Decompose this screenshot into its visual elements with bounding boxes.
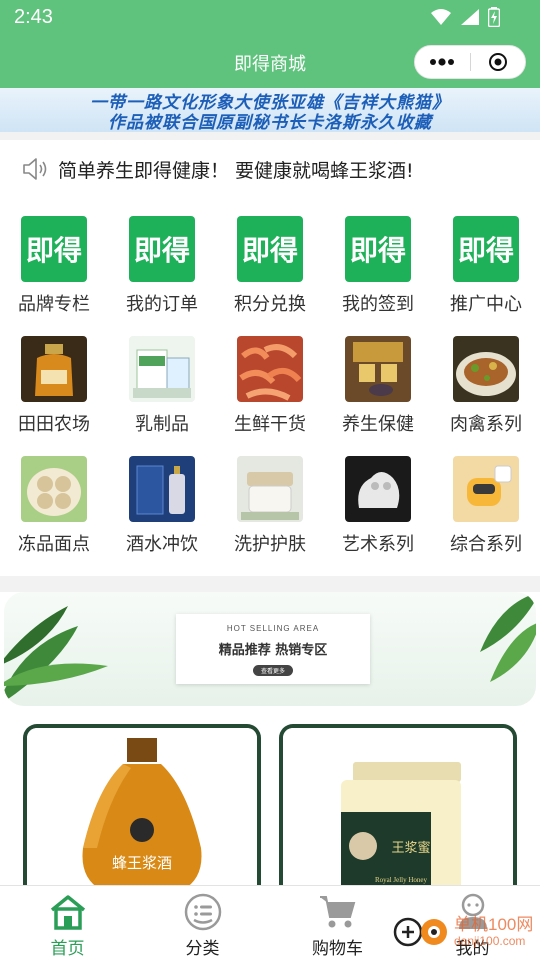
menu-item-label: 积分兑换 (234, 294, 306, 315)
royal-jelly-honey-image: 王浆蜜 Royal Jelly Honey (283, 728, 513, 898)
tab-label: 分类 (185, 939, 220, 959)
category-health[interactable]: 养生保健 (324, 336, 432, 436)
jide-logo-icon: 即得 (345, 216, 411, 282)
menu-item-orders[interactable]: 即得 我的订单 (108, 216, 216, 316)
status-bar: 2:43 (0, 0, 540, 36)
category-label: 冻品面点 (18, 534, 90, 555)
menu-item-label: 品牌专栏 (18, 294, 90, 315)
jide-logo-icon: 即得 (237, 216, 303, 282)
product-card[interactable]: 蜂王浆酒 (23, 724, 261, 904)
category-label: 生鲜干货 (234, 414, 306, 435)
category-label: 田田农场 (18, 414, 90, 435)
shrimp-image (237, 336, 303, 402)
site-watermark: 单机100网 danji100.com (392, 914, 533, 950)
menu-item-label: 推广中心 (450, 294, 522, 315)
dairy-image (129, 336, 195, 402)
category-label: 洗护护肤 (234, 534, 306, 555)
category-label: 乳制品 (135, 414, 189, 435)
category-list-icon (184, 893, 221, 931)
battery-icon (488, 7, 500, 27)
category-general[interactable]: 综合系列 (432, 456, 540, 556)
jide-logo-icon: 即得 (453, 216, 519, 282)
miniprogram-capsule (414, 45, 526, 79)
title-bar: 即得商城 (0, 36, 540, 88)
tab-label: 购物车 (312, 939, 363, 959)
menu-item-promotion[interactable]: 即得 推广中心 (432, 216, 540, 316)
category-meat[interactable]: 肉禽系列 (432, 336, 540, 436)
category-label: 综合系列 (450, 534, 522, 555)
health-product-image (345, 336, 411, 402)
promo-title: 精品推荐 热销专区 (218, 643, 328, 658)
dumplings-image (21, 456, 87, 522)
tab-home[interactable]: 首页 (0, 892, 135, 959)
top-banner[interactable]: 一带一路文化形象大使张亚雄《吉祥大熊猫》 作品被联合国原副秘书长卡洛斯永久收藏 (0, 88, 540, 132)
menu-item-checkin[interactable]: 即得 我的签到 (324, 216, 432, 316)
menu-item-brand[interactable]: 即得 品牌专栏 (0, 216, 108, 316)
royal-jelly-wine-image: 蜂王浆酒 (27, 728, 257, 898)
menu-grid: 即得 品牌专栏 即得 我的订单 即得 积分兑换 即得 我的签到 即得 推广中心 … (0, 198, 540, 576)
promo-background: HOT SELLING AREA 精品推荐 热销专区 查看更多 (4, 592, 536, 706)
product-sublabel: Royal Jelly Honey (375, 876, 428, 884)
tab-category[interactable]: 分类 (135, 892, 270, 959)
notice-text: 简单养生即得健康！ 要健康就喝蜂王浆酒! (58, 159, 414, 182)
signal-icon (461, 9, 479, 25)
shopping-cart-icon (319, 896, 355, 928)
speaker-icon (23, 158, 47, 180)
jide-logo-icon: 即得 (129, 216, 195, 282)
product-list: 蜂王浆酒 王浆蜜 Royal Jelly Honey (0, 706, 540, 904)
watermark-text: 单机100网 (454, 915, 534, 934)
menu-item-points[interactable]: 即得 积分兑换 (216, 216, 324, 316)
promo-subtitle: HOT SELLING AREA (226, 624, 320, 633)
product-label: 蜂王浆酒 (112, 854, 172, 872)
product-label: 王浆蜜 (391, 841, 430, 856)
category-label: 肉禽系列 (450, 414, 522, 435)
close-miniprogram-button[interactable] (470, 45, 525, 79)
menu-item-label: 我的签到 (342, 294, 414, 315)
status-icons (430, 7, 500, 27)
leaf-right-decoration (480, 593, 536, 682)
leaf-left-decoration (4, 606, 108, 702)
product-card[interactable]: 王浆蜜 Royal Jelly Honey (279, 724, 517, 904)
home-icon (50, 895, 85, 930)
target-close-icon (488, 53, 507, 71)
cream-jar-image (237, 456, 303, 522)
category-label: 艺术系列 (342, 534, 414, 555)
category-label: 酒水冲饮 (126, 534, 198, 555)
meat-dish-image (453, 336, 519, 402)
tab-label: 首页 (50, 939, 85, 959)
watermark-url: danji100.com (454, 934, 526, 948)
category-farm[interactable]: 田田农场 (0, 336, 108, 436)
tab-cart[interactable]: 购物车 (270, 892, 405, 959)
category-drinks[interactable]: 酒水冲饮 (108, 456, 216, 556)
more-button[interactable] (415, 45, 470, 79)
category-label: 养生保健 (342, 414, 414, 435)
category-art[interactable]: 艺术系列 (324, 456, 432, 556)
banner-line-2: 作品被联合国原副秘书长卡洛斯永久收藏 (108, 113, 432, 132)
more-dots-icon (430, 58, 455, 66)
notice-bar[interactable]: 简单养生即得健康！ 要健康就喝蜂王浆酒! (0, 140, 540, 198)
wifi-icon (431, 9, 451, 25)
status-time: 2:43 (14, 6, 53, 28)
promo-card: HOT SELLING AREA 精品推荐 热销专区 查看更多 (176, 614, 370, 684)
category-skincare[interactable]: 洗护护肤 (216, 456, 324, 556)
category-fresh[interactable]: 生鲜干货 (216, 336, 324, 436)
liquor-box-image (129, 456, 195, 522)
category-dairy[interactable]: 乳制品 (108, 336, 216, 436)
jide-logo-icon: 即得 (21, 216, 87, 282)
menu-item-label: 我的订单 (126, 294, 198, 315)
watermark-logo-icon (393, 917, 447, 947)
toy-image (453, 456, 519, 522)
category-frozen[interactable]: 冻品面点 (0, 456, 108, 556)
view-more-button[interactable]: 查看更多 (252, 665, 293, 676)
sculpture-image (345, 456, 411, 522)
honey-bottle-image (21, 336, 87, 402)
hot-selling-banner[interactable]: HOT SELLING AREA 精品推荐 热销专区 查看更多 (0, 592, 540, 706)
